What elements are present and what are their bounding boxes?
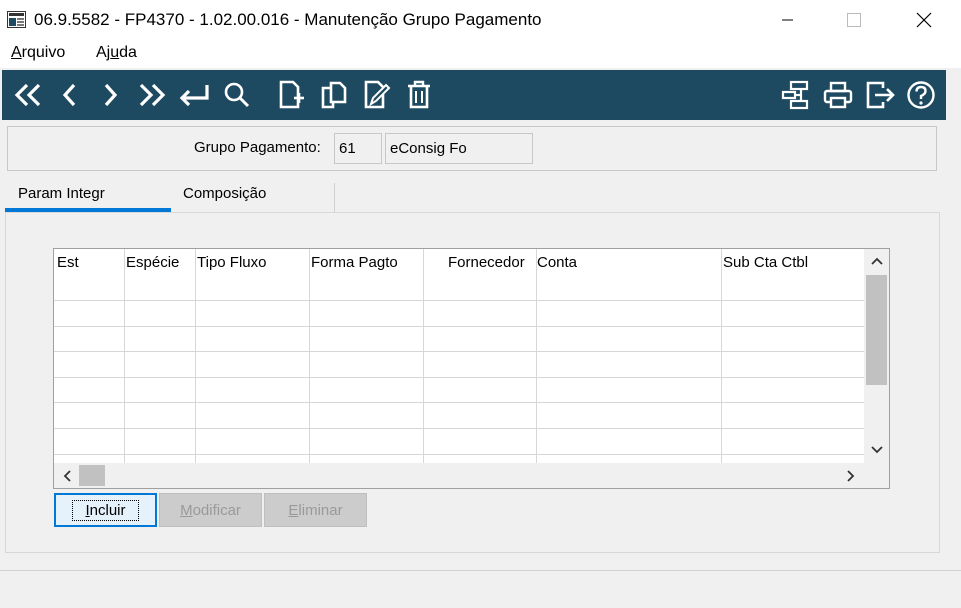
grid-column-divider [309, 249, 310, 463]
previous-record-button[interactable] [53, 79, 87, 111]
grid-column-divider [195, 249, 196, 463]
exit-icon [866, 81, 895, 109]
last-record-icon [139, 83, 166, 107]
column-header-forma-pagto[interactable]: Forma Pagto [311, 254, 398, 271]
grid-row-divider [54, 428, 864, 429]
edit-record-button[interactable] [360, 79, 394, 111]
horizontal-scrollbar[interactable] [54, 463, 864, 488]
menu-arquivo-label: rquivo [21, 44, 66, 61]
help-button[interactable] [904, 79, 938, 111]
column-header-conta[interactable]: Conta [537, 254, 577, 271]
menu-ajuda[interactable]: Ajuda [96, 44, 137, 62]
eliminar-mnemonic: E [288, 501, 299, 519]
new-record-button[interactable] [274, 79, 308, 111]
column-header-est[interactable]: Est [57, 254, 79, 271]
close-button[interactable] [901, 0, 947, 40]
hierarchy-icon [781, 80, 809, 110]
incluir-button[interactable]: Incluir [54, 493, 157, 527]
search-button[interactable] [220, 79, 254, 111]
hierarchy-button[interactable] [779, 79, 813, 111]
vertical-scrollbar[interactable] [864, 249, 889, 463]
eliminar-button[interactable]: Eliminar [264, 493, 367, 527]
grid-column-divider [124, 249, 125, 463]
modificar-mnemonic: M [180, 501, 193, 519]
search-icon [224, 82, 250, 108]
copy-icon [321, 81, 347, 109]
grid-row-divider [54, 402, 864, 403]
menu-ajuda-label-rest: da [119, 44, 137, 61]
scroll-left-icon[interactable] [63, 470, 71, 482]
grid-column-divider [423, 249, 424, 463]
incluir-button-label: Incluir [72, 499, 139, 521]
grid-header: Est Espécie Tipo Fluxo Forma Pagto Forne… [54, 249, 864, 275]
column-header-tipo-fluxo[interactable]: Tipo Fluxo [197, 254, 266, 271]
new-document-icon [279, 80, 304, 109]
column-header-fornecedor[interactable]: Fornecedor [448, 254, 525, 271]
printer-icon [823, 81, 853, 109]
grid-column-divider [536, 249, 537, 463]
print-button[interactable] [821, 79, 855, 111]
eliminar-button-label: Eliminar [288, 502, 342, 519]
next-record-button[interactable] [93, 79, 127, 111]
next-record-icon [104, 83, 118, 107]
modificar-button[interactable]: Modificar [159, 493, 262, 527]
grid-row-divider [54, 454, 864, 455]
trash-icon [408, 80, 430, 109]
copy-record-button[interactable] [317, 79, 351, 111]
status-bar [0, 570, 961, 608]
edit-document-icon [364, 80, 391, 109]
column-header-especie[interactable]: Espécie [126, 254, 179, 271]
last-record-button[interactable] [135, 79, 169, 111]
previous-record-icon [62, 83, 76, 107]
grid-row-divider [54, 351, 864, 352]
menu-bar: Arquivo Ajuda [0, 40, 961, 68]
grid-column-divider [721, 249, 722, 463]
first-record-button[interactable] [11, 79, 45, 111]
column-header-sub-cta-ctbl[interactable]: Sub Cta Ctbl [723, 254, 808, 271]
exit-button[interactable] [864, 79, 898, 111]
window-title: 06.9.5582 - FP4370 - 1.02.00.016 - Manut… [34, 10, 542, 29]
data-grid[interactable]: Est Espécie Tipo Fluxo Forma Pagto Forne… [53, 248, 890, 489]
menu-arquivo[interactable]: Arquivo [11, 44, 65, 62]
menu-ajuda-mnemonic: u [110, 44, 120, 61]
minimize-button[interactable] [765, 0, 811, 40]
scroll-down-icon[interactable] [871, 446, 883, 454]
delete-record-button[interactable] [402, 79, 436, 111]
app-icon [7, 11, 26, 28]
modificar-label-rest: odificar [192, 501, 241, 519]
help-icon [907, 81, 935, 109]
grid-row-divider [54, 326, 864, 327]
toolbar [2, 70, 946, 120]
minimize-icon [782, 19, 793, 21]
scrollbar-corner [864, 463, 889, 488]
scroll-right-icon[interactable] [847, 470, 855, 482]
tab-separator [334, 183, 335, 213]
first-record-icon [14, 83, 41, 107]
horizontal-scroll-thumb[interactable] [79, 465, 105, 486]
scroll-up-icon[interactable] [871, 257, 883, 265]
maximize-icon [847, 13, 861, 27]
menu-ajuda-label-pre: Aj [96, 44, 111, 61]
go-to-button[interactable] [177, 79, 211, 111]
close-icon [916, 12, 932, 28]
grupo-pagamento-code-field[interactable]: 61 [334, 133, 382, 164]
active-tab-indicator [5, 208, 171, 212]
maximize-button[interactable] [831, 0, 877, 40]
incluir-label-rest: ncluir [89, 501, 126, 519]
vertical-scroll-thumb[interactable] [866, 275, 887, 385]
grid-row-divider [54, 300, 864, 301]
modificar-button-label: Modificar [180, 502, 241, 519]
grupo-pagamento-description-field: eConsig Fo [385, 133, 533, 164]
tab-param-integr[interactable]: Param Integr [18, 185, 105, 202]
tab-composicao[interactable]: Composição [183, 185, 266, 202]
title-bar: 06.9.5582 - FP4370 - 1.02.00.016 - Manut… [0, 0, 961, 40]
eliminar-label-rest: liminar [298, 501, 343, 519]
grid-row-divider [54, 377, 864, 378]
menu-arquivo-mnemonic: A [11, 44, 22, 61]
grupo-pagamento-label: Grupo Pagamento: [194, 139, 321, 156]
enter-arrow-icon [179, 85, 209, 107]
